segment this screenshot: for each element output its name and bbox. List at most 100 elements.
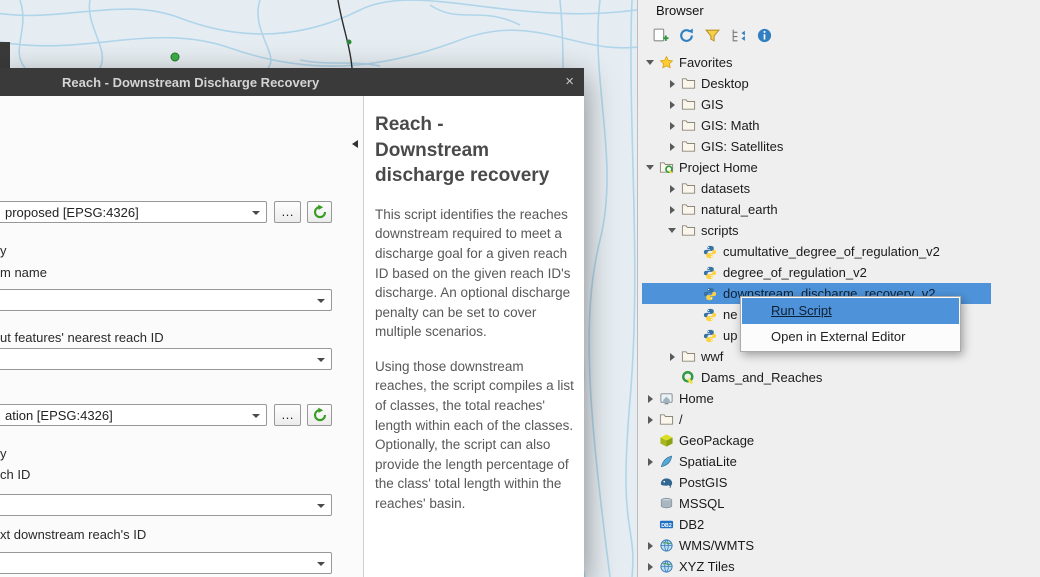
tree-item-label: natural_earth bbox=[701, 202, 778, 217]
expand-arrow-icon[interactable] bbox=[646, 60, 654, 65]
tree-item-db2[interactable]: DB2DB2 bbox=[642, 514, 991, 535]
chevron-down-icon bbox=[317, 504, 325, 508]
collapse-all-icon[interactable] bbox=[728, 25, 749, 46]
expand-arrow-icon[interactable] bbox=[648, 416, 653, 424]
globe-icon bbox=[658, 559, 674, 575]
tree-item-label: MSSQL bbox=[679, 496, 725, 511]
expand-arrow-icon[interactable] bbox=[670, 353, 675, 361]
browser-panel: Browser FavoritesDesktopGISGIS: MathGIS:… bbox=[637, 0, 1040, 577]
tree-item-dams-and-reaches[interactable]: Dams_and_Reaches bbox=[642, 367, 991, 388]
tree-item-scripts[interactable]: scripts bbox=[642, 220, 991, 241]
tree-indent bbox=[642, 377, 664, 378]
map-point-green bbox=[171, 53, 179, 61]
tree-item-gis[interactable]: GIS bbox=[642, 94, 991, 115]
dialog-body: proposed [EPSG:4326] … y m name ut featu… bbox=[0, 96, 584, 577]
tree-indent bbox=[642, 251, 686, 252]
expand-arrow-icon[interactable] bbox=[648, 542, 653, 550]
browse-button[interactable]: … bbox=[274, 201, 301, 223]
tree-item-geopackage[interactable]: GeoPackage bbox=[642, 430, 991, 451]
help-title: Reach - Downstream discharge recovery bbox=[375, 112, 574, 189]
reload-icon-button[interactable] bbox=[307, 404, 332, 426]
expand-arrow-icon[interactable] bbox=[646, 165, 654, 170]
tree-item-gis-satellites[interactable]: GIS: Satellites bbox=[642, 136, 991, 157]
tree-indent bbox=[642, 83, 664, 84]
tree-item-degree-of-regulation-v2[interactable]: degree_of_regulation_v2 bbox=[642, 262, 991, 283]
tree-item-desktop[interactable]: Desktop bbox=[642, 73, 991, 94]
postgis-icon bbox=[658, 475, 674, 491]
expand-arrow-icon[interactable] bbox=[670, 206, 675, 214]
spatialite-icon bbox=[658, 454, 674, 470]
expand-arrow-slot bbox=[642, 416, 658, 424]
project-home-icon bbox=[658, 160, 674, 176]
close-icon[interactable]: × bbox=[565, 73, 574, 90]
properties-info-icon[interactable] bbox=[754, 25, 775, 46]
refresh-icon[interactable] bbox=[676, 25, 697, 46]
folder-icon bbox=[680, 349, 696, 365]
tree-item-cumultative-degree-of-regulation-v2[interactable]: cumultative_degree_of_regulation_v2 bbox=[642, 241, 991, 262]
expand-arrow-slot bbox=[664, 122, 680, 130]
tree-item-datasets[interactable]: datasets bbox=[642, 178, 991, 199]
expand-arrow-icon[interactable] bbox=[670, 122, 675, 130]
expand-arrow-slot bbox=[664, 228, 680, 233]
tree-item-label: scripts bbox=[701, 223, 739, 238]
tree-item-favorites[interactable]: Favorites bbox=[642, 52, 991, 73]
reload-icon-button[interactable] bbox=[307, 201, 332, 223]
tree-item-home[interactable]: Home bbox=[642, 388, 991, 409]
expand-arrow-icon[interactable] bbox=[670, 185, 675, 193]
tree-item-label: GIS bbox=[701, 97, 723, 112]
tree-item-postgis[interactable]: PostGIS bbox=[642, 472, 991, 493]
tree-item-label: Desktop bbox=[701, 76, 749, 91]
expand-arrow-icon[interactable] bbox=[648, 458, 653, 466]
next-downstream-combo[interactable] bbox=[0, 552, 332, 574]
tree-item-natural-earth[interactable]: natural_earth bbox=[642, 199, 991, 220]
tree-item-wms-wmts[interactable]: WMS/WMTS bbox=[642, 535, 991, 556]
crs-combo-value: ation [EPSG:4326] bbox=[5, 408, 113, 423]
expand-arrow-icon[interactable] bbox=[648, 563, 653, 571]
reach-id-combo[interactable] bbox=[0, 494, 332, 516]
expand-arrow-icon[interactable] bbox=[670, 143, 675, 151]
tree-item-label: XYZ Tiles bbox=[679, 559, 735, 574]
tree-item-label: WMS/WMTS bbox=[679, 538, 754, 553]
dialog-titlebar[interactable]: Reach - Downstream Discharge Recovery × bbox=[0, 68, 584, 96]
python-icon bbox=[702, 265, 718, 281]
python-icon bbox=[702, 286, 718, 302]
python-icon bbox=[702, 307, 718, 323]
tree-item-project-home[interactable]: Project Home bbox=[642, 157, 991, 178]
tree-item-mssql[interactable]: MSSQL bbox=[642, 493, 991, 514]
nearest-reach-combo[interactable] bbox=[0, 348, 332, 370]
help-paragraph-2: Using those downstream reaches, the scri… bbox=[375, 357, 574, 514]
menu-item-open-in-external-editor[interactable]: Open in External Editor bbox=[742, 324, 959, 350]
processing-dialog: Reach - Downstream Discharge Recovery × … bbox=[0, 68, 584, 577]
tree-indent bbox=[642, 356, 664, 357]
input-layer-combo[interactable]: proposed [EPSG:4326] bbox=[0, 201, 267, 223]
folder-icon bbox=[680, 97, 696, 113]
expand-arrow-slot bbox=[664, 353, 680, 361]
tree-item-spatialite[interactable]: SpatiaLite bbox=[642, 451, 991, 472]
expand-arrow-icon[interactable] bbox=[668, 228, 676, 233]
tree-indent bbox=[642, 314, 686, 315]
form-label-column-name: m name bbox=[0, 265, 47, 280]
tree-item-item[interactable]: / bbox=[642, 409, 991, 430]
menu-item-run-script[interactable]: Run Script bbox=[742, 298, 959, 324]
browse-button[interactable]: … bbox=[274, 404, 301, 426]
help-panel: Reach - Downstream discharge recovery Th… bbox=[363, 96, 584, 577]
tree-item-label: PostGIS bbox=[679, 475, 727, 490]
expand-arrow-slot bbox=[664, 206, 680, 214]
expand-arrow-icon[interactable] bbox=[670, 80, 675, 88]
chevron-down-icon bbox=[317, 299, 325, 303]
crs-combo[interactable]: ation [EPSG:4326] bbox=[0, 404, 267, 426]
tree-item-label: cumultative_degree_of_regulation_v2 bbox=[723, 244, 940, 259]
form-label-tail-1: y bbox=[0, 243, 7, 258]
expand-arrow-slot bbox=[642, 60, 658, 65]
splitter-handle-icon[interactable] bbox=[352, 140, 358, 148]
tree-item-xyz-tiles[interactable]: XYZ Tiles bbox=[642, 556, 991, 577]
folder-icon bbox=[680, 223, 696, 239]
tree-item-gis-math[interactable]: GIS: Math bbox=[642, 115, 991, 136]
expand-arrow-icon[interactable] bbox=[648, 395, 653, 403]
tree-indent bbox=[642, 188, 664, 189]
expand-arrow-icon[interactable] bbox=[670, 101, 675, 109]
qgis-icon bbox=[680, 370, 696, 386]
add-favorite-icon[interactable] bbox=[650, 25, 671, 46]
column-name-combo[interactable] bbox=[0, 289, 332, 311]
filter-icon[interactable] bbox=[702, 25, 723, 46]
